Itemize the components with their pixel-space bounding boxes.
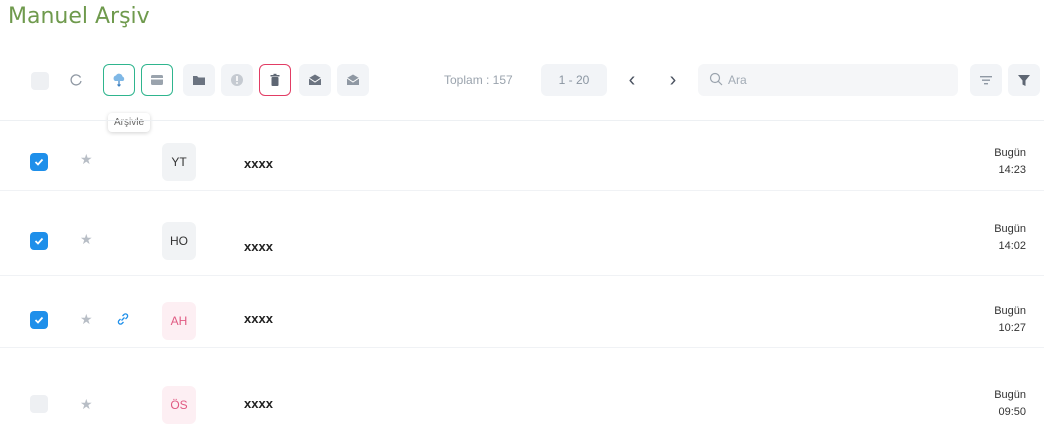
date-time: 09:50	[998, 406, 1026, 418]
date-time: 14:02	[998, 240, 1026, 252]
search-box	[698, 64, 958, 96]
row-divider	[0, 347, 1044, 348]
mark-read-button[interactable]	[299, 64, 331, 96]
search-input[interactable]	[728, 64, 948, 96]
mail-row[interactable]: ★ AH xxxx Bugün 10:27	[0, 290, 1044, 348]
mail-subject: xxxx	[244, 396, 273, 411]
mail-date: Bugün 09:50	[994, 387, 1026, 421]
mail-row[interactable]: ★ ÖS xxxx Bugün 09:50	[0, 374, 1044, 432]
archive-tooltip: Arşivle	[108, 113, 151, 132]
toolbar-divider	[0, 120, 1044, 121]
envelope-open-icon	[308, 74, 322, 85]
mail-date: Bugün 10:27	[994, 303, 1026, 337]
archive-button[interactable]	[103, 64, 135, 96]
mail-subject: xxxx	[244, 156, 273, 171]
avatar: AH	[162, 302, 196, 340]
refresh-icon	[70, 74, 82, 86]
envelope-icon	[346, 74, 360, 85]
refresh-button[interactable]	[60, 64, 92, 96]
chevron-right-icon: ›	[669, 68, 677, 91]
move-folder-button[interactable]	[183, 64, 215, 96]
delete-button[interactable]	[259, 64, 291, 96]
mail-subject: xxxx	[244, 239, 273, 254]
filter-button[interactable]	[1008, 64, 1040, 96]
select-all-checkbox[interactable]	[31, 72, 49, 90]
mail-row[interactable]: ★ YT xxxx Bugün 14:23	[0, 133, 1044, 191]
mail-row[interactable]: ★ HO xxxx Bugün 14:02	[0, 218, 1044, 276]
sort-lines-icon	[980, 76, 992, 85]
row-checkbox[interactable]	[30, 395, 48, 413]
avatar: HO	[162, 222, 196, 260]
page-title: Manuel Arşiv	[8, 4, 150, 29]
date-day: Bugün	[994, 223, 1026, 235]
chevron-left-icon: ‹	[628, 68, 636, 91]
avatar: ÖS	[162, 386, 196, 424]
star-icon[interactable]: ★	[80, 311, 93, 328]
toolbar: Toplam : 157 1 - 20 ‹ ›	[0, 64, 1044, 98]
avatar: YT	[162, 143, 196, 181]
card-icon	[151, 75, 163, 85]
star-icon[interactable]: ★	[80, 396, 93, 413]
mark-unread-button[interactable]	[337, 64, 369, 96]
info-button[interactable]	[221, 64, 253, 96]
row-divider	[0, 275, 1044, 276]
date-day: Bugün	[994, 389, 1026, 401]
check-icon	[34, 237, 44, 245]
mail-date: Bugün 14:23	[994, 145, 1026, 179]
sort-button[interactable]	[970, 64, 1002, 96]
archive-cloud-icon	[113, 73, 125, 87]
trash-icon	[270, 73, 280, 86]
row-checkbox[interactable]	[30, 232, 48, 250]
mail-subject: xxxx	[244, 311, 273, 326]
date-time: 10:27	[998, 322, 1026, 334]
search-icon	[709, 72, 723, 86]
filter-icon	[1018, 75, 1030, 86]
attachment-link-icon	[116, 312, 130, 331]
mail-date: Bugün 14:02	[994, 221, 1026, 255]
star-icon[interactable]: ★	[80, 231, 93, 248]
row-checkbox[interactable]	[30, 153, 48, 171]
date-time: 14:23	[998, 164, 1026, 176]
row-divider	[0, 190, 1044, 191]
total-count: Toplam : 157	[444, 73, 513, 87]
date-day: Bugün	[994, 147, 1026, 159]
next-page-button[interactable]: ›	[659, 64, 687, 96]
page-range[interactable]: 1 - 20	[541, 64, 607, 96]
check-icon	[34, 316, 44, 324]
star-icon[interactable]: ★	[80, 151, 93, 168]
date-day: Bugün	[994, 305, 1026, 317]
folder-icon	[193, 76, 205, 85]
card-view-button[interactable]	[141, 64, 173, 96]
info-icon	[231, 74, 243, 86]
row-checkbox[interactable]	[30, 311, 48, 329]
prev-page-button[interactable]: ‹	[618, 64, 646, 96]
check-icon	[34, 158, 44, 166]
